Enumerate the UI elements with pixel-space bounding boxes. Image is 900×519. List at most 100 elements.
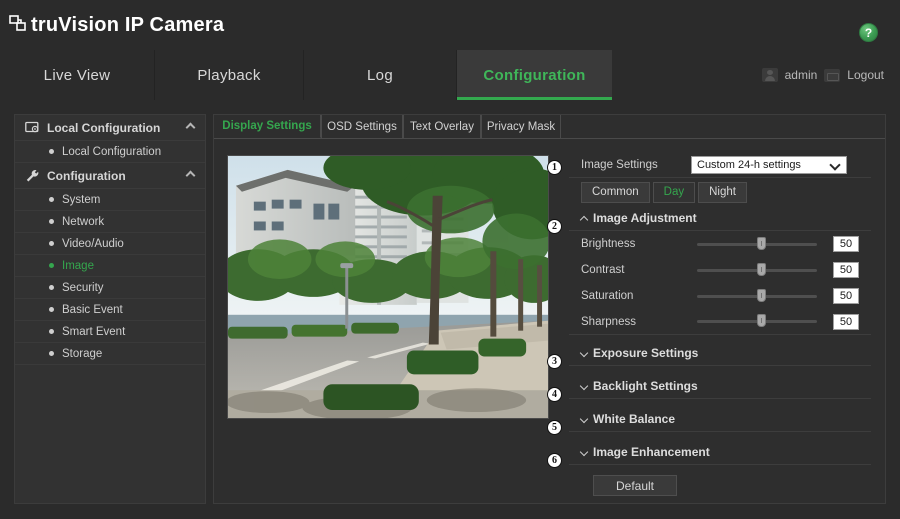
bullet-icon	[49, 241, 54, 246]
sidebar-group-local-configuration[interactable]: Local Configuration	[15, 115, 205, 141]
annotation-marker-1: 1	[547, 160, 562, 175]
sidebar-item-label: Local Configuration	[62, 145, 162, 158]
brand: truVision IP Camera	[8, 14, 224, 36]
sidebar-item-storage[interactable]: Storage	[15, 343, 205, 365]
annotation-marker-2: 2	[547, 219, 562, 234]
main-nav: Live View Playback Log Configuration adm…	[0, 50, 900, 100]
mode-button-common[interactable]: Common	[581, 181, 650, 203]
slider-thumb[interactable]	[757, 236, 766, 250]
sidebar-group-label: Configuration	[47, 168, 126, 183]
mode-button-label: Night	[709, 186, 736, 198]
chevron-down-icon[interactable]	[579, 348, 590, 358]
image-settings-select[interactable]: Custom 24-h settings	[691, 156, 847, 174]
section-title: Exposure Settings	[593, 346, 699, 360]
tab-privacy-mask[interactable]: Privacy Mask	[481, 115, 561, 138]
contrast-slider[interactable]	[697, 262, 817, 276]
wrench-icon	[25, 169, 40, 183]
nav-tab-live-view[interactable]: Live View	[0, 50, 155, 100]
slider-label: Sharpness	[581, 315, 636, 328]
logout-icon[interactable]	[824, 68, 841, 82]
default-button-wrap: Default	[569, 465, 871, 496]
slider-thumb[interactable]	[757, 288, 766, 302]
slider-thumb[interactable]	[757, 314, 766, 327]
slider-row-saturation: Saturation 50	[569, 283, 871, 309]
annotation-marker-3: 3	[547, 354, 562, 369]
nav-tab-playback[interactable]: Playback	[155, 50, 304, 100]
chevron-up-icon[interactable]	[185, 170, 196, 181]
cascaded-windows-icon	[8, 14, 30, 36]
chevron-up-icon[interactable]	[579, 214, 590, 224]
brightness-value[interactable]: 50	[833, 236, 859, 252]
mode-button-night[interactable]: Night	[698, 181, 747, 203]
default-button[interactable]: Default	[593, 475, 677, 496]
tab-osd-settings[interactable]: OSD Settings	[321, 115, 403, 138]
content-tabstrip: Display Settings OSD Settings Text Overl…	[214, 115, 885, 139]
section-image-adjustment[interactable]: Image Adjustment	[569, 206, 871, 231]
sidebar-item-label: Image	[62, 259, 94, 272]
logout-button[interactable]: Logout	[847, 68, 884, 82]
bullet-icon	[49, 263, 54, 268]
tab-label: Display Settings	[222, 120, 312, 132]
annotation-marker-4: 4	[547, 387, 562, 402]
sidebar-item-basic-event[interactable]: Basic Event	[15, 299, 205, 321]
annotation-marker-6: 6	[547, 453, 562, 468]
section-exposure-settings[interactable]: Exposure Settings	[569, 341, 871, 366]
section-image-enhancement[interactable]: Image Enhancement	[569, 440, 871, 465]
mode-button-label: Day	[663, 186, 685, 198]
sharpness-value[interactable]: 50	[833, 313, 859, 330]
chevron-down-icon[interactable]	[579, 381, 590, 391]
help-icon[interactable]: ?	[859, 23, 878, 42]
section-white-balance[interactable]: White Balance	[569, 407, 871, 432]
contrast-value[interactable]: 50	[833, 262, 859, 278]
chevron-down-icon[interactable]	[579, 414, 590, 424]
tab-label: OSD Settings	[327, 120, 397, 133]
sidebar-item-network[interactable]: Network	[15, 211, 205, 233]
sidebar-item-label: Basic Event	[62, 303, 123, 316]
brand-title: truVision IP Camera	[31, 14, 225, 36]
chevron-down-icon[interactable]	[579, 447, 590, 457]
mode-button-label: Common	[592, 186, 639, 198]
tab-label: Text Overlay	[410, 120, 474, 133]
sidebar-item-image[interactable]: Image	[15, 255, 205, 277]
tab-text-overlay[interactable]: Text Overlay	[403, 115, 481, 138]
slider-row-brightness: Brightness 50	[569, 231, 871, 257]
sidebar-item-label: System	[62, 193, 101, 206]
user-icon	[761, 68, 778, 82]
sidebar-group-configuration[interactable]: Configuration	[15, 163, 205, 189]
sidebar-item-label: Network	[62, 215, 105, 228]
bullet-icon	[49, 285, 54, 290]
section-title: Backlight Settings	[593, 379, 698, 393]
bullet-icon	[49, 307, 54, 312]
nav-tab-log[interactable]: Log	[304, 50, 457, 100]
chevron-down-icon[interactable]	[829, 159, 841, 171]
sidebar-item-security[interactable]: Security	[15, 277, 205, 299]
page-body: Local Configuration Local Configuration …	[0, 100, 900, 519]
nav-tab-label: Live View	[43, 66, 111, 84]
bullet-icon	[49, 329, 54, 334]
brightness-slider[interactable]	[697, 236, 817, 250]
mode-button-day[interactable]: Day	[652, 181, 696, 203]
image-settings-select-value: Custom 24-h settings	[697, 159, 801, 171]
sidebar-item-local-configuration[interactable]: Local Configuration	[15, 141, 205, 163]
sidebar-item-label: Security	[62, 281, 104, 294]
section-backlight-settings[interactable]: Backlight Settings	[569, 374, 871, 399]
truvision-ip-camera-app: truVision IP Camera ? Live View Playback…	[0, 0, 900, 519]
sidebar-item-video-audio[interactable]: Video/Audio	[15, 233, 205, 255]
bullet-icon	[49, 149, 54, 154]
tab-label: Privacy Mask	[486, 120, 556, 133]
slider-thumb[interactable]	[757, 262, 766, 276]
slider-label: Brightness	[581, 238, 636, 250]
sidebar-item-smart-event[interactable]: Smart Event	[15, 321, 205, 343]
nav-tab-configuration[interactable]: Configuration	[457, 50, 612, 100]
saturation-slider[interactable]	[697, 288, 817, 302]
sharpness-slider[interactable]	[697, 314, 817, 327]
sidebar-item-label: Smart Event	[62, 325, 126, 338]
chevron-up-icon[interactable]	[185, 122, 196, 133]
slider-row-sharpness: Sharpness 50	[569, 309, 871, 335]
live-video-preview[interactable]	[227, 155, 549, 419]
nav-tab-label: Log	[367, 66, 393, 84]
sidebar-item-system[interactable]: System	[15, 189, 205, 211]
slider-label: Saturation	[581, 290, 634, 302]
saturation-value[interactable]: 50	[833, 288, 859, 304]
tab-display-settings[interactable]: Display Settings	[214, 115, 321, 138]
